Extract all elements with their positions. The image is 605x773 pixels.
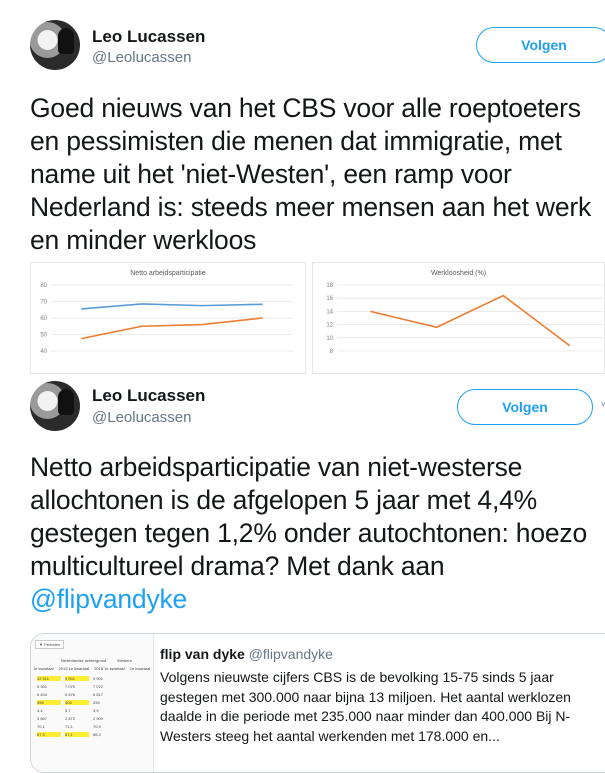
avatar[interactable] (30, 381, 80, 431)
thumb-table-cell: 403 (65, 700, 89, 705)
thumb-table-cell: 2 872 (65, 716, 76, 721)
y-tick-label: 12 (326, 323, 333, 329)
thumb-col-group: Nederlandse achtergrond Westers (61, 658, 132, 663)
y-tick-label: 70 (40, 300, 47, 306)
filter-icon: ▼ (39, 642, 43, 647)
follow-button[interactable]: Volgen (476, 27, 605, 63)
thumb-col-label: 1e kwartaal (129, 666, 151, 671)
author-name[interactable]: Leo Lucassen (92, 27, 205, 47)
thumb-table-cell: 9 901 (65, 676, 89, 681)
thumb-header: Perioden (44, 642, 61, 647)
thumb-table-row: 70,1 71,1 70,9 (37, 724, 117, 729)
avatar[interactable] (30, 20, 80, 70)
thumb-table-row: 12 911 9 901 9 901 (37, 676, 117, 681)
chart-panel-participation: Netto arbeidsparticipatie 80 70 60 50 40 (30, 262, 306, 374)
thumb-table-cell: 12 911 (37, 676, 61, 681)
quoted-author-name: flip van dyke (160, 646, 245, 662)
tweet-text: Goed nieuws van het CBS voor alle roepto… (30, 93, 592, 255)
thumb-table-cell: 67,3 (37, 732, 61, 737)
participation-chart: 80 70 60 50 40 (40, 283, 293, 355)
author-handle[interactable]: @Leolucassen (92, 49, 191, 66)
thumb-table-cell: 6 676 (65, 692, 76, 697)
thumb-table-cell: 7 072 (93, 684, 104, 689)
thumb-table-cell: 3 667 (37, 716, 48, 721)
tweet-text: Netto arbeidsparticipatie van niet-weste… (30, 451, 600, 616)
thumb-table-cell: 396 (37, 700, 61, 705)
thumb-filter: ▼ Perioden (35, 640, 65, 649)
y-tick-label: 8 (330, 349, 334, 355)
thumb-table-row: 4,4 5,7 3,9 (37, 708, 117, 713)
thumb-col-label: 2013 1e kwartaal (58, 666, 90, 671)
thumb-table-row: 396 403 255 (37, 700, 117, 705)
tweet-text-body: Netto arbeidsparticipatie van niet-weste… (30, 452, 587, 581)
thumb-table-cell: 255 (93, 700, 100, 705)
thumb-table-row: 67,3 67,1 68,3 (37, 732, 117, 737)
chart-panel-unemployment: Werkloosheid (%) 18 16 14 12 10 8 (312, 262, 605, 374)
quoted-author-handle: @flipvandyke (248, 646, 333, 662)
thumb-table-cell: 3,9 (93, 708, 99, 713)
quoted-tweet[interactable]: ▼ Perioden Nederlandse achtergrond Weste… (30, 633, 605, 773)
thumb-table-cell: 67,1 (65, 732, 89, 737)
thumb-table-cell: 70,9 (93, 724, 101, 729)
y-tick-label: 40 (40, 349, 47, 355)
thumb-table-cell: 2 909 (93, 716, 104, 721)
quoted-tweet-text: Volgens nieuwste cijfers CBS is de bevol… (160, 669, 571, 744)
follow-button[interactable]: Volgen (457, 389, 593, 425)
y-tick-label: 18 (326, 283, 333, 289)
author-handle[interactable]: @Leolucassen (92, 409, 191, 426)
series-line (81, 317, 263, 340)
tweet-media-charts[interactable]: Netto arbeidsparticipatie 80 70 60 50 40 Wer… (30, 262, 605, 374)
y-tick-label: 14 (326, 309, 333, 315)
thumb-col-group-label: Nederlandse achtergrond (61, 658, 107, 663)
unemployment-chart: 18 16 14 12 10 8 (326, 283, 603, 355)
thumb-col-group2-label: Westers (117, 658, 132, 663)
thumb-table-cell: 6 617 (93, 692, 104, 697)
thumb-col-label: 1e kwartaal (33, 666, 54, 671)
thumb-table-cell: 9 901 (93, 676, 104, 681)
y-tick-label: 10 (326, 336, 333, 342)
thumb-table-cell: 71,1 (65, 724, 73, 729)
chevron-down-icon[interactable]: ˅ (601, 400, 605, 409)
y-tick-label: 50 (40, 333, 47, 339)
thumb-table-row: 3 667 2 872 2 909 (37, 716, 117, 721)
thumb-table-row: 6 404 6 676 6 617 (37, 692, 117, 697)
mention-link[interactable]: @flipvandyke (30, 584, 187, 614)
thumb-table-cell: 4,4 (37, 708, 43, 713)
y-tick-label: 80 (40, 283, 47, 289)
thumb-table-cell: 70,1 (37, 724, 45, 729)
author-name[interactable]: Leo Lucassen (92, 386, 205, 406)
thumb-table-cell: 7 079 (65, 684, 76, 689)
y-tick-label: 16 (326, 296, 333, 302)
thumb-table-row: 9 301 7 079 7 072 (37, 684, 117, 689)
quoted-author[interactable]: flip van dyke @flipvandyke (160, 646, 333, 662)
thumb-table-cell: 68,3 (93, 732, 101, 737)
thumb-table-cell: 9 301 (37, 684, 48, 689)
quoted-tweet-thumbnail[interactable]: ▼ Perioden Nederlandse achtergrond Weste… (31, 634, 154, 772)
series-line (81, 303, 263, 310)
thumb-col-label: 2018 1e kwartaal (94, 666, 125, 671)
thumb-table-cell: 6 404 (37, 692, 48, 697)
thumb-col-labels: 1e kwartaal 2013 1e kwartaal 2018 1e kwa… (33, 666, 150, 671)
y-tick-label: 60 (40, 316, 47, 322)
thumb-table-cell: 5,7 (65, 708, 71, 713)
